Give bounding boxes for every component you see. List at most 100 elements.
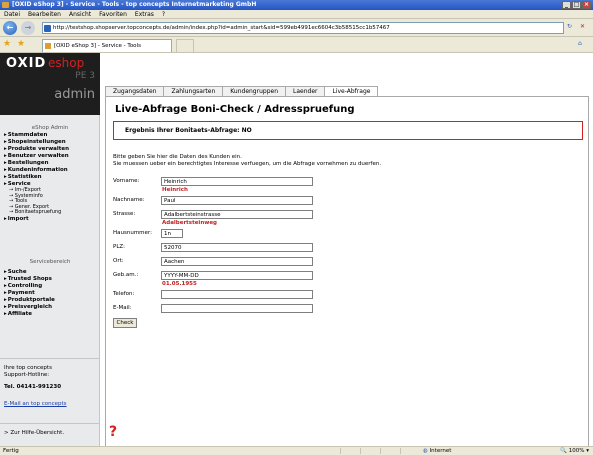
address-url: http://testshop.shopserver.topconcepts.d…: [53, 25, 390, 31]
ort-input[interactable]: [161, 257, 313, 266]
email-link[interactable]: E-Mail an top concepts: [4, 401, 96, 407]
sidebar-admin-section: eShop Admin Stammdaten Shopeinstellungen…: [4, 125, 96, 223]
stop-icon[interactable]: ✕: [580, 23, 585, 30]
sidebar-item-produktportale[interactable]: Produktportale: [4, 297, 96, 304]
tab-zugangsdaten[interactable]: Zugangsdaten: [105, 86, 165, 96]
window-controls: _ □ ×: [562, 1, 591, 9]
result-text: Ergebnis Ihrer Bonitaets-Abfrage: NO: [125, 127, 252, 134]
menu-ansicht[interactable]: Ansicht: [69, 10, 91, 18]
zoom-control[interactable]: 🔍 100% ▾: [560, 447, 589, 455]
maximize-button[interactable]: □: [572, 1, 581, 9]
label-nachname: Nachname:: [113, 197, 145, 203]
strasse-input[interactable]: [161, 210, 313, 219]
zone-text: Internet: [429, 448, 452, 454]
content-panel: Live-Abfrage Boni-Check / Adresspruefung…: [105, 96, 589, 446]
sidebar-item-benutzer[interactable]: Benutzer verwalten: [4, 153, 96, 160]
tab-favicon: [45, 43, 51, 49]
back-icon[interactable]: ←: [3, 21, 17, 35]
new-tab-button[interactable]: [176, 39, 194, 52]
help-icon[interactable]: ?: [109, 425, 123, 439]
navigation-bar: ← → http://testshop.shopserver.topconcep…: [0, 19, 593, 37]
logo-eshop: eshop: [48, 56, 85, 70]
sidebar-header-service: Servicebereich: [29, 259, 71, 265]
label-ort: Ort:: [113, 258, 124, 264]
check-button[interactable]: Check: [113, 318, 137, 328]
address-bar[interactable]: http://testshop.shopserver.topconcepts.d…: [42, 22, 564, 34]
vorname-input[interactable]: [161, 177, 313, 186]
nachname-input[interactable]: [161, 196, 313, 205]
sidebar-item-preisvergleich[interactable]: Preisvergleich: [4, 304, 96, 311]
label-email: E-Mail:: [113, 305, 132, 311]
help-overview-box: > Zur Hilfe-Übersicht.: [0, 423, 100, 446]
sidebar-item-controlling[interactable]: Controlling: [4, 283, 96, 290]
home-icon[interactable]: ⌂: [578, 40, 582, 47]
label-hausnummer: Hausnummer:: [113, 230, 152, 236]
menu-bar: Datei Bearbeiten Ansicht Favoriten Extra…: [0, 10, 593, 19]
label-plz: PLZ:: [113, 244, 126, 250]
info-text: Bitte geben Sie hier die Daten des Kunde…: [113, 154, 381, 168]
browser-tab[interactable]: [OXID eShop 3] - Service - Tools: [42, 39, 172, 52]
sidebar-header: eShop Admin: [31, 125, 69, 131]
support-label: Ihre top concepts Support-Hotline:: [4, 365, 52, 378]
refresh-icon[interactable]: ↻: [567, 23, 572, 30]
close-button[interactable]: ×: [582, 1, 591, 9]
globe-icon: ◍: [423, 448, 428, 454]
add-favorites-icon[interactable]: ★: [17, 40, 25, 49]
label-strasse: Strasse:: [113, 211, 136, 217]
suggest-vorname: Heinrich: [162, 187, 188, 193]
minimize-button[interactable]: _: [562, 1, 571, 9]
logo-admin: admin: [54, 87, 95, 102]
window-title: [OXID eShop 3] - Service - Tools - top c…: [12, 1, 257, 8]
status-section: [340, 448, 350, 454]
sidebar-item-statistiken[interactable]: Statistiken: [4, 174, 96, 181]
zone-indicator: ◍ Internet: [423, 447, 451, 455]
chevron-down-icon: ▾: [586, 448, 589, 454]
logo-edition: PE 3: [75, 71, 95, 81]
support-box: Ihre top concepts Support-Hotline: Tel. …: [0, 358, 100, 410]
suggest-geburtsdatum: 01.05.1955: [162, 281, 197, 287]
sidebar-item-kundeninformation[interactable]: Kundeninformation: [4, 167, 96, 174]
plz-input[interactable]: [161, 243, 313, 252]
sidebar-service-section: Servicebereich Suche Trusted Shops Contr…: [4, 259, 96, 318]
tab-kundengruppen[interactable]: Kundengruppen: [222, 86, 286, 96]
status-section: [380, 448, 390, 454]
zoom-icon: 🔍: [560, 448, 567, 454]
window-titlebar: [OXID eShop 3] - Service - Tools - top c…: [0, 0, 593, 10]
sidebar-item-trusted-shops[interactable]: Trusted Shops: [4, 276, 96, 283]
menu-datei[interactable]: Datei: [4, 10, 20, 18]
logo-brand: OXID: [6, 56, 47, 71]
sidebar-item-bestellungen[interactable]: Bestellungen: [4, 160, 96, 167]
tab-laender[interactable]: Laender: [285, 86, 326, 96]
menu-bearbeiten[interactable]: Bearbeiten: [28, 10, 61, 18]
tab-bar: ★ ★ [OXID eShop 3] - Service - Tools ⌂: [0, 37, 593, 53]
menu-favoriten[interactable]: Favoriten: [99, 10, 127, 18]
sidebar-item-affiliate[interactable]: Affiliate: [4, 311, 96, 318]
sidebar-item-suche[interactable]: Suche: [4, 269, 96, 276]
email-input[interactable]: [161, 304, 313, 313]
browser-tab-title: [OXID eShop 3] - Service - Tools: [54, 43, 141, 49]
suggest-strasse: Adalbertsteinweg: [162, 220, 217, 226]
label-telefon: Telefon:: [113, 291, 135, 297]
telefon-input[interactable]: [161, 290, 313, 299]
menu-help[interactable]: ?: [162, 10, 165, 18]
sidebar-item-produkte[interactable]: Produkte verwalten: [4, 146, 96, 153]
geburtsdatum-input[interactable]: [161, 271, 313, 280]
sidebar-item-shopeinstellungen[interactable]: Shopeinstellungen: [4, 139, 96, 146]
info-line-1: Bitte geben Sie hier die Daten des Kunde…: [113, 154, 242, 160]
menu-extras[interactable]: Extras: [135, 10, 154, 18]
label-geburtsdatum: Geb.am.:: [113, 272, 139, 278]
help-overview-link[interactable]: > Zur Hilfe-Übersicht.: [4, 430, 64, 436]
result-box: Ergebnis Ihrer Bonitaets-Abfrage: NO: [113, 121, 583, 140]
label-vorname: Vorname:: [113, 178, 140, 184]
forward-icon[interactable]: →: [21, 21, 35, 35]
tab-zahlungsarten[interactable]: Zahlungsarten: [163, 86, 224, 96]
zoom-level: 100%: [568, 448, 585, 454]
favorites-star-icon[interactable]: ★: [3, 40, 11, 49]
sidebar-item-import[interactable]: Import: [4, 216, 96, 223]
status-section: [400, 448, 410, 454]
sidebar-item-payment[interactable]: Payment: [4, 290, 96, 297]
status-section: [360, 448, 370, 454]
sidebar-item-stammdaten[interactable]: Stammdaten: [4, 132, 96, 139]
status-bar: Fertig ◍ Internet 🔍 100% ▾: [0, 446, 593, 455]
hausnummer-input[interactable]: [161, 229, 183, 238]
